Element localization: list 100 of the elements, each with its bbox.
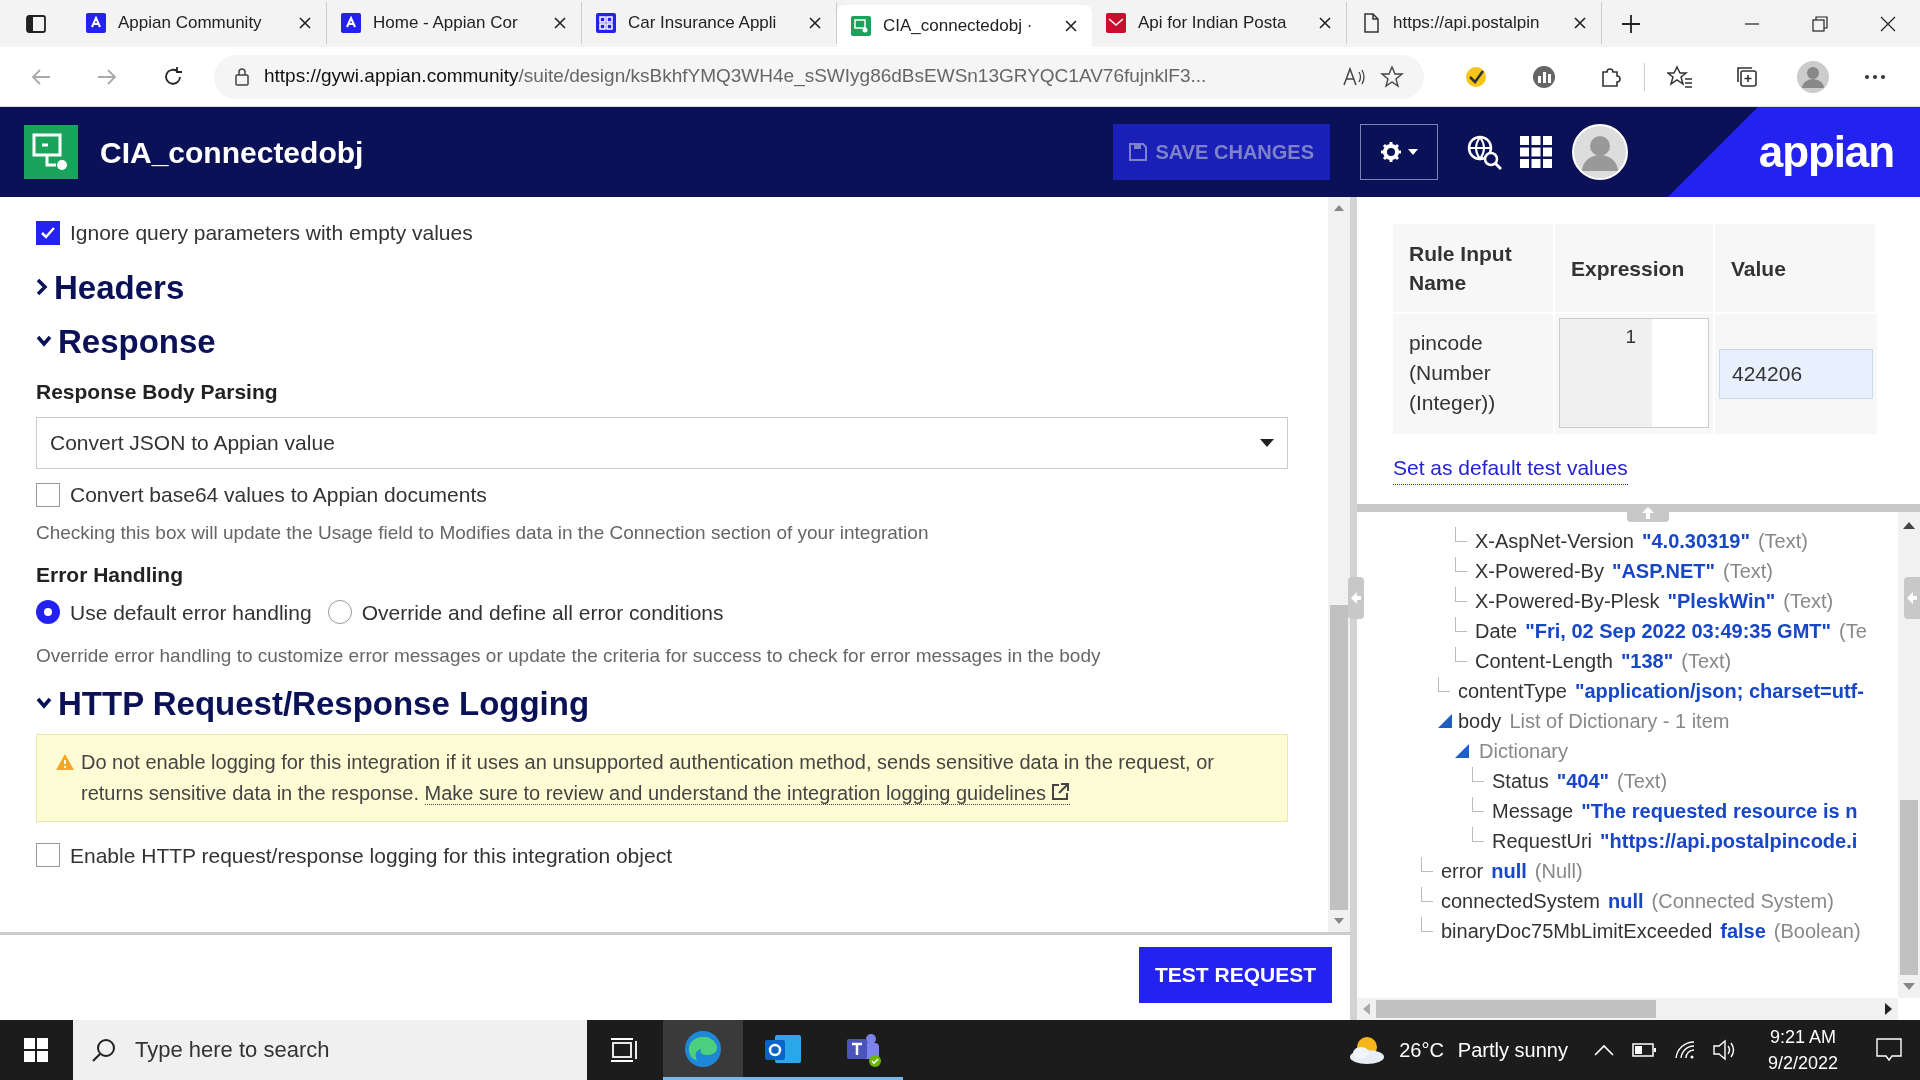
collections-icon[interactable]: [1735, 64, 1759, 89]
task-view-icon[interactable]: [611, 1037, 639, 1063]
external-link-icon: [1050, 781, 1071, 802]
profile-icon[interactable]: [1797, 60, 1829, 93]
checkbox-label[interactable]: Enable HTTP request/response logging for this integration object: [70, 839, 672, 871]
parsing-dropdown[interactable]: Convert JSON to Appian value: [36, 417, 1288, 469]
wifi-icon[interactable]: [1673, 1040, 1696, 1060]
checkbox[interactable]: [36, 843, 60, 868]
close-window-icon[interactable]: [1880, 15, 1896, 32]
section-toggle[interactable]: Headers: [36, 270, 1308, 304]
browser-taskbar-icon[interactable]: [663, 1020, 743, 1080]
weather-text: Partly sunny: [1457, 1038, 1568, 1063]
address-bar[interactable]: https://gywi.appian.community/suite/design/ksBkhfYMQ3WH4e_sSWIyg86dBsEWSn13GRYQC1AV76fujnklF3...: [214, 54, 1424, 99]
collapse-handle-icon[interactable]: [1348, 577, 1364, 619]
test-request-button[interactable]: TEST REQUEST: [1138, 947, 1332, 1003]
settings-menu-button[interactable]: [1360, 124, 1438, 180]
browser-tab[interactable]: Car Insurance Appli: [582, 2, 837, 44]
tab-label: CIA_connectedobj ·: [883, 15, 1034, 38]
checkbox-label[interactable]: Ignore query parameters with empty values: [70, 217, 473, 249]
page-title: CIA_connectedobj: [100, 134, 364, 171]
scroll-down-icon[interactable]: [1334, 918, 1344, 924]
collapse-handle-icon[interactable]: [1627, 504, 1669, 522]
favorite-icon[interactable]: [1380, 64, 1404, 89]
warning-icon: [55, 752, 75, 771]
close-icon[interactable]: [298, 16, 312, 30]
new-tab-icon[interactable]: [1620, 12, 1642, 35]
battery-icon[interactable]: [1631, 1043, 1656, 1057]
tree-key: contentType: [1458, 676, 1567, 706]
tab-label: Api for Indian Posta: [1138, 12, 1288, 35]
help-text: Override error handling to customize error messages or update the criteria for success to check for error messages in the body: [36, 644, 1102, 668]
extension-chart-icon[interactable]: [1532, 64, 1556, 89]
chevron-right-icon: [36, 278, 48, 296]
chevron-up-icon[interactable]: [1593, 1044, 1614, 1056]
browser-tab[interactable]: Appian Community: [72, 2, 327, 44]
radio-label[interactable]: Override and define all error conditions: [361, 596, 724, 628]
tree-value: false: [1720, 919, 1766, 944]
extension-check-icon[interactable]: [1464, 64, 1488, 89]
scroll-right-icon[interactable]: [1885, 1003, 1892, 1015]
tree-type: (Text): [1617, 769, 1668, 794]
tree-key: Date: [1475, 616, 1518, 646]
browser-tab[interactable]: Api for Indian Posta: [1092, 2, 1347, 44]
collapse-handle-icon[interactable]: [1904, 577, 1920, 619]
radio-button[interactable]: [327, 600, 352, 625]
tree-value: "138": [1620, 649, 1674, 674]
clock-time: 9:21 AM: [1769, 1026, 1836, 1049]
guidelines-link[interactable]: Make sure to review and understand the integration logging guidelines: [424, 781, 1071, 805]
scrollbar[interactable]: [1898, 512, 1920, 998]
taskbar-search-field[interactable]: Type here to search: [73, 1020, 587, 1080]
tree-value: "application/json; charset=utf-: [1574, 679, 1864, 704]
field-label: Error Handling: [36, 562, 184, 588]
value-input[interactable]: 424206: [1719, 349, 1873, 399]
close-icon[interactable]: [1573, 16, 1587, 30]
user-avatar-icon[interactable]: [1572, 124, 1628, 180]
chevron-down-icon: [36, 335, 52, 347]
checkbox[interactable]: [36, 220, 60, 245]
section-toggle[interactable]: Response: [36, 324, 1308, 358]
browser-tab[interactable]: Home - Appian Cor: [327, 2, 582, 44]
checkbox[interactable]: [36, 482, 60, 507]
collapse-toggle-icon[interactable]: [1438, 714, 1454, 728]
default-values-link[interactable]: Set as default test values: [1393, 452, 1628, 485]
close-icon[interactable]: [1064, 19, 1078, 33]
radio-label[interactable]: Use default error handling: [70, 596, 312, 628]
tree-value: "ASP.NET": [1611, 559, 1715, 584]
tab-icon: [596, 13, 616, 33]
tree-type: Dictionary: [1479, 739, 1568, 764]
tree-key: body: [1458, 706, 1502, 736]
collapse-toggle-icon[interactable]: [1455, 744, 1471, 758]
chevron-down-icon: [36, 697, 52, 709]
start-icon[interactable]: [24, 1038, 48, 1062]
help-text: Checking this box will update the Usage field to Modifies data in the Connection section of your integration: [36, 520, 930, 545]
brand-logo: appian: [1758, 130, 1894, 174]
favorites-icon[interactable]: [1667, 64, 1693, 89]
read-aloud-icon[interactable]: [1342, 65, 1366, 88]
close-icon[interactable]: [553, 16, 567, 30]
tree-value: null: [1608, 889, 1644, 914]
tree-type: (Text): [1723, 559, 1773, 584]
url-text: https://gywi.appian.community/suite/design/ksBkhfYMQ3WH4e_sSWIyg86dBsEWSn13GRYQC1AV76fujnklF3...: [264, 64, 1208, 89]
checkbox-label[interactable]: Convert base64 values to Appian documents: [70, 479, 487, 511]
tab-icon: [851, 16, 871, 36]
reload-icon[interactable]: [162, 65, 184, 88]
browser-tab[interactable]: CIA_connectedobj ·: [837, 5, 1092, 47]
close-icon[interactable]: [1318, 16, 1332, 30]
app-logo-icon: [24, 125, 78, 179]
scrollbar[interactable]: [1328, 197, 1350, 932]
search-globe-icon[interactable]: [1466, 134, 1502, 170]
scroll-up-icon[interactable]: [1903, 522, 1915, 529]
expression-editor[interactable]: 1: [1559, 318, 1709, 428]
scroll-down-icon[interactable]: [1903, 983, 1915, 990]
browser-tab[interactable]: https://api.postalpin: [1347, 2, 1602, 44]
notifications-icon[interactable]: [1876, 1037, 1902, 1063]
tab-label: Appian Community: [118, 12, 263, 35]
restore-icon[interactable]: [1812, 15, 1828, 32]
section-toggle[interactable]: HTTP Request/Response Logging: [36, 686, 1308, 720]
tree-type: List of Dictionary - 1 item: [1509, 709, 1730, 734]
temperature-text: 26°C: [1399, 1038, 1444, 1063]
radio-button[interactable]: [36, 600, 60, 625]
app-grid-icon[interactable]: [1520, 136, 1552, 168]
close-icon[interactable]: [808, 16, 822, 30]
scrollbar[interactable]: [1357, 998, 1898, 1020]
caret-icon: [1260, 439, 1274, 447]
